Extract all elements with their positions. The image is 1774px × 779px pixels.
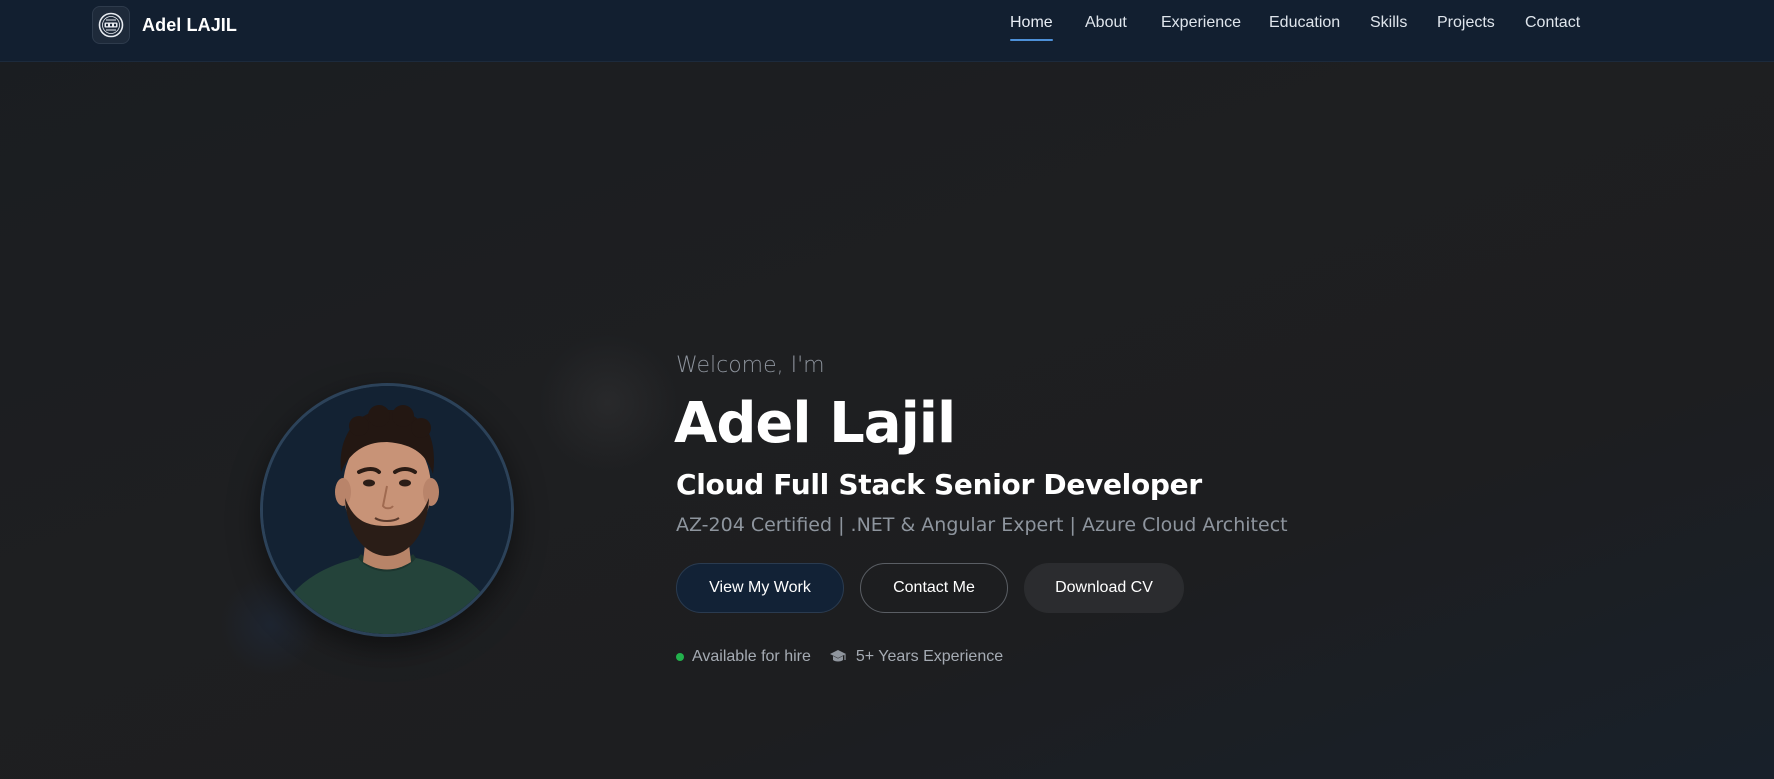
page: Adel LAJIL Home About Experience Educati…	[0, 0, 1774, 779]
nav-experience[interactable]: Experience	[1161, 13, 1241, 33]
nav-contact[interactable]: Contact	[1525, 13, 1580, 33]
experience-text: 5+ Years Experience	[855, 648, 1004, 665]
hero-name: Adel Lajil	[674, 391, 956, 456]
hero-greeting: Welcome, I'm	[676, 353, 825, 378]
nav-projects[interactable]: Projects	[1437, 13, 1495, 33]
view-my-work-button[interactable]: View My Work	[676, 563, 844, 613]
nav-home[interactable]: Home	[1010, 13, 1053, 41]
availability-text: Available for hire	[692, 648, 811, 665]
main-nav: Home About Experience Education Skills P…	[0, 0, 1774, 61]
nav-education[interactable]: Education	[1269, 13, 1340, 33]
nav-home-label: Home	[1010, 14, 1053, 31]
graduation-cap-icon	[829, 649, 847, 665]
contact-me-button[interactable]: Contact Me	[860, 563, 1008, 613]
download-cv-button[interactable]: Download CV	[1024, 563, 1184, 613]
nav-about[interactable]: About	[1085, 13, 1127, 33]
profile-avatar	[260, 383, 514, 637]
nav-skills[interactable]: Skills	[1370, 13, 1407, 33]
nav-active-underline	[1010, 39, 1053, 41]
hero-tagline: AZ-204 Certified | .NET & Angular Expert…	[676, 514, 1288, 536]
status-row: Available for hire 5+ Years Experience	[676, 648, 1003, 666]
navbar: Adel LAJIL Home About Experience Educati…	[0, 0, 1774, 62]
availability-dot-icon	[676, 653, 684, 661]
hero-role: Cloud Full Stack Senior Developer	[676, 468, 1202, 501]
